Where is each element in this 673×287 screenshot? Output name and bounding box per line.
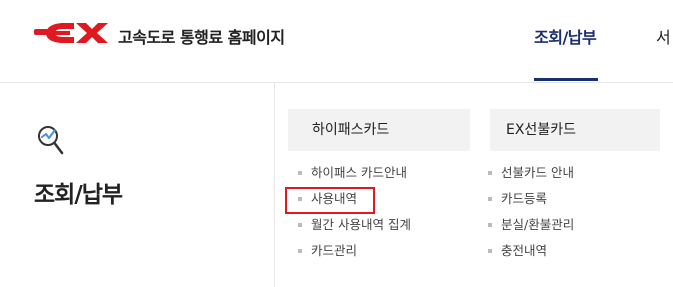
menu-heading-hipass-card[interactable]: 하이패스카드 [288, 109, 470, 151]
site-header: 고속도로 통행료 홈페이지 조회/납부 서 [0, 0, 673, 83]
section-title: 조회/납부 [34, 182, 123, 208]
bullet-icon [298, 170, 302, 175]
bullet-icon [488, 248, 492, 253]
panel-divider [274, 83, 275, 287]
nav-item-inquiry-payment[interactable]: 조회/납부 [534, 24, 597, 48]
menu-heading-ex-prepaid-card[interactable]: EX선불카드 [490, 109, 660, 151]
menu-item-lost-refund-management[interactable]: 분실/환불관리 [488, 212, 574, 238]
prepaid-card-menu: 선불카드 안내 카드등록 분실/환불관리 충전내역 [488, 160, 574, 264]
bullet-icon [488, 196, 492, 201]
bullet-icon [298, 248, 302, 253]
menu-item-hipass-card-info[interactable]: 하이패스 카드안내 [298, 160, 411, 186]
menu-item-card-management[interactable]: 카드관리 [298, 238, 411, 264]
menu-item-recharge-history[interactable]: 충전내역 [488, 238, 574, 264]
menu-item-prepaid-card-info[interactable]: 선불카드 안내 [488, 160, 574, 186]
ex-logo[interactable] [34, 20, 112, 50]
search-icon [36, 124, 68, 162]
site-title[interactable]: 고속도로 통행료 홈페이지 [118, 24, 285, 48]
highlight-box-usage-history [285, 187, 375, 214]
nav-item-next[interactable]: 서 [656, 24, 671, 48]
menu-item-monthly-usage-summary[interactable]: 월간 사용내역 집계 [298, 212, 411, 238]
bullet-icon [488, 222, 492, 227]
nav-active-indicator [534, 78, 598, 81]
bullet-icon [488, 170, 492, 175]
menu-item-card-registration[interactable]: 카드등록 [488, 186, 574, 212]
bullet-icon [298, 222, 302, 227]
